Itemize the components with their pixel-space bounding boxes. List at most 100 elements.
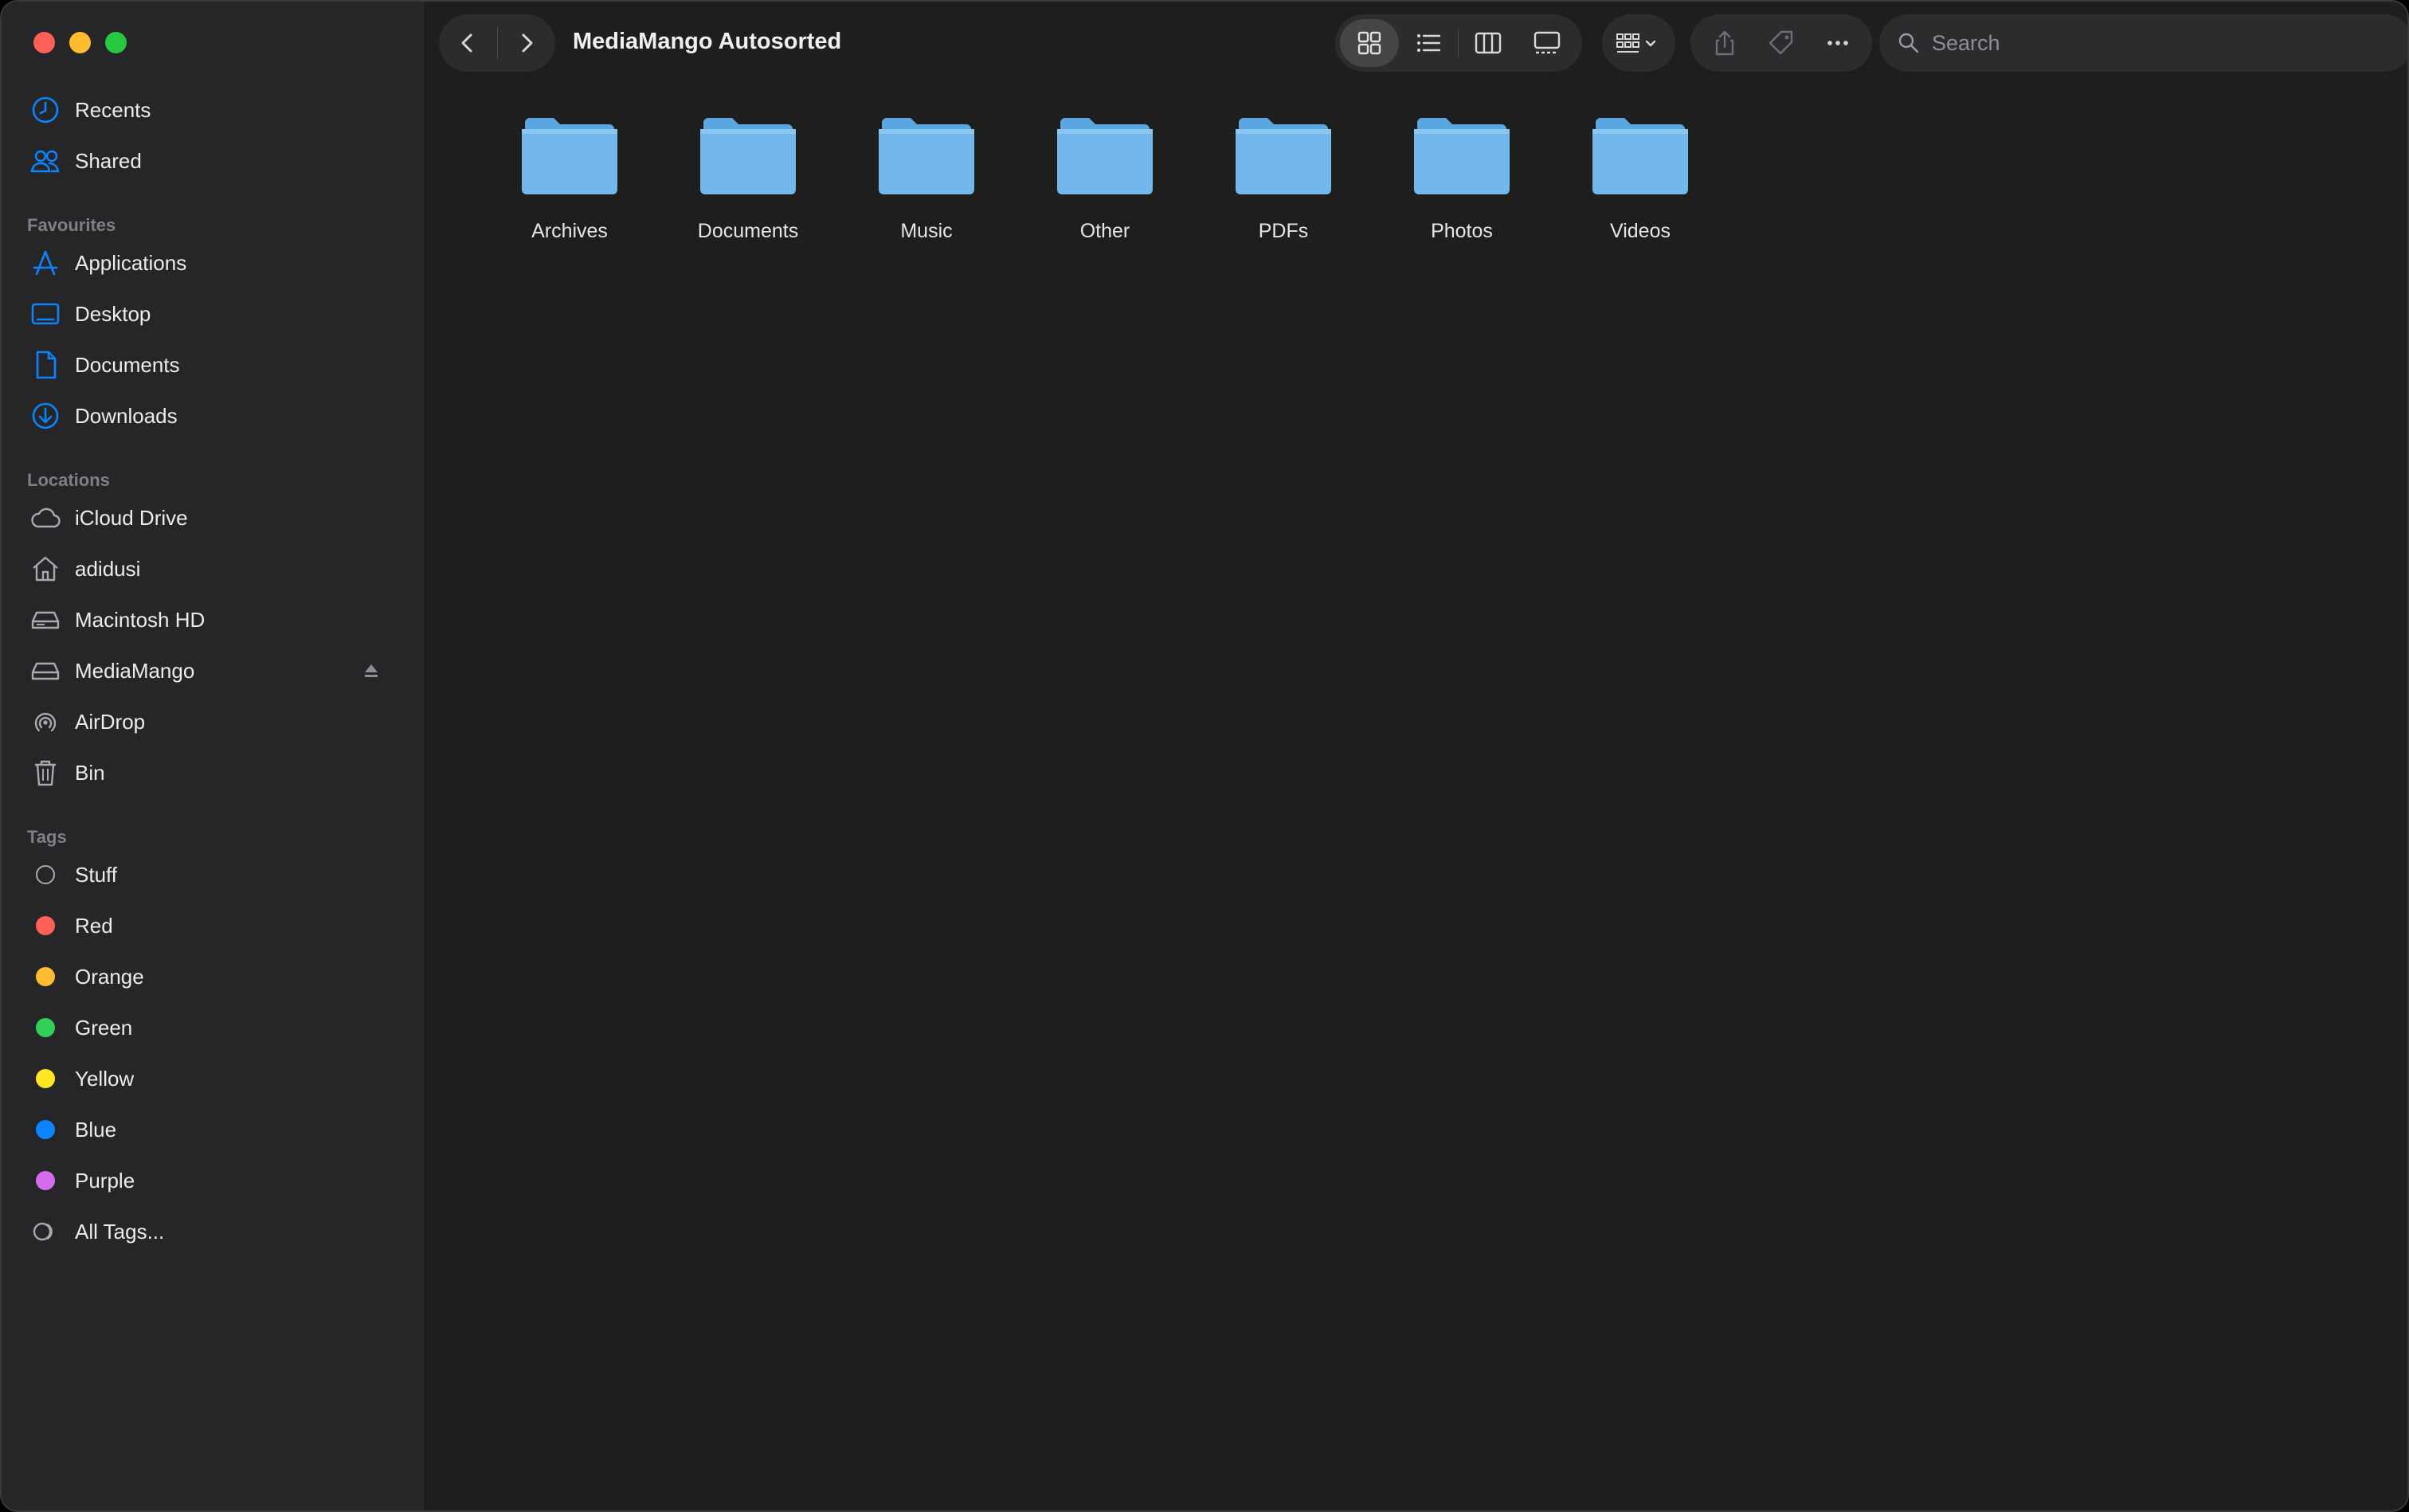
sidebar-item-label: iCloud Drive: [75, 505, 188, 530]
orange-tag-icon: [27, 958, 64, 995]
tag-button[interactable]: [1756, 19, 1807, 67]
minimize-window-button[interactable]: [69, 32, 91, 53]
sidebar-item-applications[interactable]: Applications: [27, 241, 402, 285]
sidebar-item-label: Downloads: [75, 403, 178, 428]
favourites-heading: Favourites: [27, 215, 116, 235]
home-icon: [27, 550, 64, 587]
folder-icon: [1592, 118, 1688, 194]
back-button[interactable]: [439, 14, 497, 72]
sidebar-item-label: Yellow: [75, 1066, 135, 1091]
folder-label: Music: [900, 220, 953, 242]
sidebar-tag-red[interactable]: Red: [27, 903, 402, 948]
view-mode-group: [1335, 14, 1582, 72]
folder-icon: [1236, 118, 1331, 194]
folder-icon: [700, 118, 796, 194]
sidebar-item-label: adidusi: [75, 556, 141, 581]
sidebar-tag-stuff[interactable]: Stuff: [27, 852, 402, 897]
folder-pdfs[interactable]: PDFs: [1204, 115, 1363, 258]
toolbar: MediaMango Autosorted: [426, 2, 2407, 84]
folder-icon: [1414, 118, 1510, 194]
folder-documents[interactable]: Documents: [668, 115, 828, 258]
folder-icon: [879, 118, 974, 194]
tags-heading: Tags: [27, 827, 67, 847]
document-icon: [27, 347, 64, 383]
sidebar-tag-purple[interactable]: Purple: [27, 1158, 402, 1203]
sidebar-item-bin[interactable]: Bin: [27, 750, 402, 795]
sidebar-item-shared[interactable]: Shared: [27, 139, 402, 183]
search-icon: [1898, 33, 1919, 53]
sidebar-item-label: Bin: [75, 760, 105, 785]
share-icon: [1716, 30, 1734, 56]
folder-music[interactable]: Music: [847, 115, 1006, 258]
ellipsis-icon: [1827, 41, 1848, 45]
search-field[interactable]: [1879, 14, 2407, 72]
group-grid-icon: [1616, 33, 1656, 53]
clock-icon: [27, 92, 64, 128]
sidebar: Recents Shared Favourites Applications D…: [2, 2, 425, 1510]
sidebar-item-label: Recents: [75, 97, 151, 122]
gallery-view-button[interactable]: [1518, 19, 1577, 67]
share-button[interactable]: [1699, 19, 1750, 67]
all-tags-icon: [27, 1213, 64, 1250]
sidebar-item-label: Documents: [75, 352, 180, 377]
eject-icon[interactable]: [362, 661, 381, 680]
folder-other[interactable]: Other: [1025, 115, 1185, 258]
sidebar-item-label: Shared: [75, 148, 142, 173]
folder-label: Photos: [1431, 220, 1493, 242]
sidebar-item-documents[interactable]: Documents: [27, 343, 402, 387]
column-view-button[interactable]: [1459, 19, 1518, 67]
disk-icon: [27, 601, 64, 638]
action-group: [1690, 14, 1872, 72]
locations-heading: Locations: [27, 470, 110, 490]
finder-window: Recents Shared Favourites Applications D…: [0, 0, 2409, 1512]
sidebar-tag-yellow[interactable]: Yellow: [27, 1056, 402, 1101]
folder-label: Videos: [1610, 220, 1671, 242]
sidebar-item-icloud-drive[interactable]: iCloud Drive: [27, 496, 402, 540]
sidebar-tag-all-tags[interactable]: All Tags...: [27, 1209, 402, 1254]
gallery-icon: [1534, 31, 1561, 54]
chevron-right-icon: [522, 33, 533, 53]
sidebar-item-label: AirDrop: [75, 709, 146, 734]
search-input[interactable]: [1932, 30, 2378, 56]
file-browser-content: Archives Documents Music Other PDFs Phot…: [426, 84, 2407, 1510]
green-tag-icon: [27, 1009, 64, 1046]
sidebar-item-macintosh-hd[interactable]: Macintosh HD: [27, 597, 402, 642]
navigation-group: [439, 14, 555, 72]
sidebar-item-home[interactable]: adidusi: [27, 546, 402, 591]
sidebar-item-label: Desktop: [75, 301, 151, 326]
list-icon: [1417, 34, 1441, 52]
folder-label: PDFs: [1258, 220, 1309, 242]
sidebar-tag-green[interactable]: Green: [27, 1005, 402, 1050]
icon-view-button[interactable]: [1340, 19, 1399, 67]
blue-tag-icon: [27, 1111, 64, 1148]
sidebar-item-label: Purple: [75, 1168, 135, 1193]
purple-tag-icon: [27, 1162, 64, 1199]
tag-outline-icon: [27, 856, 64, 893]
sidebar-tag-blue[interactable]: Blue: [27, 1107, 402, 1152]
sidebar-item-recents[interactable]: Recents: [27, 88, 402, 132]
group-by-button[interactable]: [1602, 14, 1675, 72]
sidebar-tag-orange[interactable]: Orange: [27, 954, 402, 999]
sidebar-item-mediamango[interactable]: MediaMango: [27, 648, 402, 693]
forward-button[interactable]: [498, 14, 556, 72]
folder-photos[interactable]: Photos: [1382, 115, 1541, 258]
folder-icon: [1057, 118, 1153, 194]
sidebar-item-label: Orange: [75, 964, 144, 989]
zoom-window-button[interactable]: [105, 32, 127, 53]
sidebar-item-label: MediaMango: [75, 658, 195, 683]
external-disk-icon: [27, 652, 64, 689]
close-window-button[interactable]: [33, 32, 55, 53]
folder-label: Documents: [697, 220, 799, 242]
sidebar-item-airdrop[interactable]: AirDrop: [27, 699, 402, 744]
more-actions-button[interactable]: [1812, 19, 1863, 67]
red-tag-icon: [27, 907, 64, 944]
window-title: MediaMango Autosorted: [573, 29, 842, 54]
list-view-button[interactable]: [1399, 19, 1458, 67]
sidebar-item-downloads[interactable]: Downloads: [27, 394, 402, 438]
yellow-tag-icon: [27, 1060, 64, 1097]
people-icon: [27, 143, 64, 179]
sidebar-item-label: Stuff: [75, 862, 118, 887]
sidebar-item-desktop[interactable]: Desktop: [27, 292, 402, 336]
folder-videos[interactable]: Videos: [1561, 115, 1720, 258]
folder-archives[interactable]: Archives: [490, 115, 649, 258]
